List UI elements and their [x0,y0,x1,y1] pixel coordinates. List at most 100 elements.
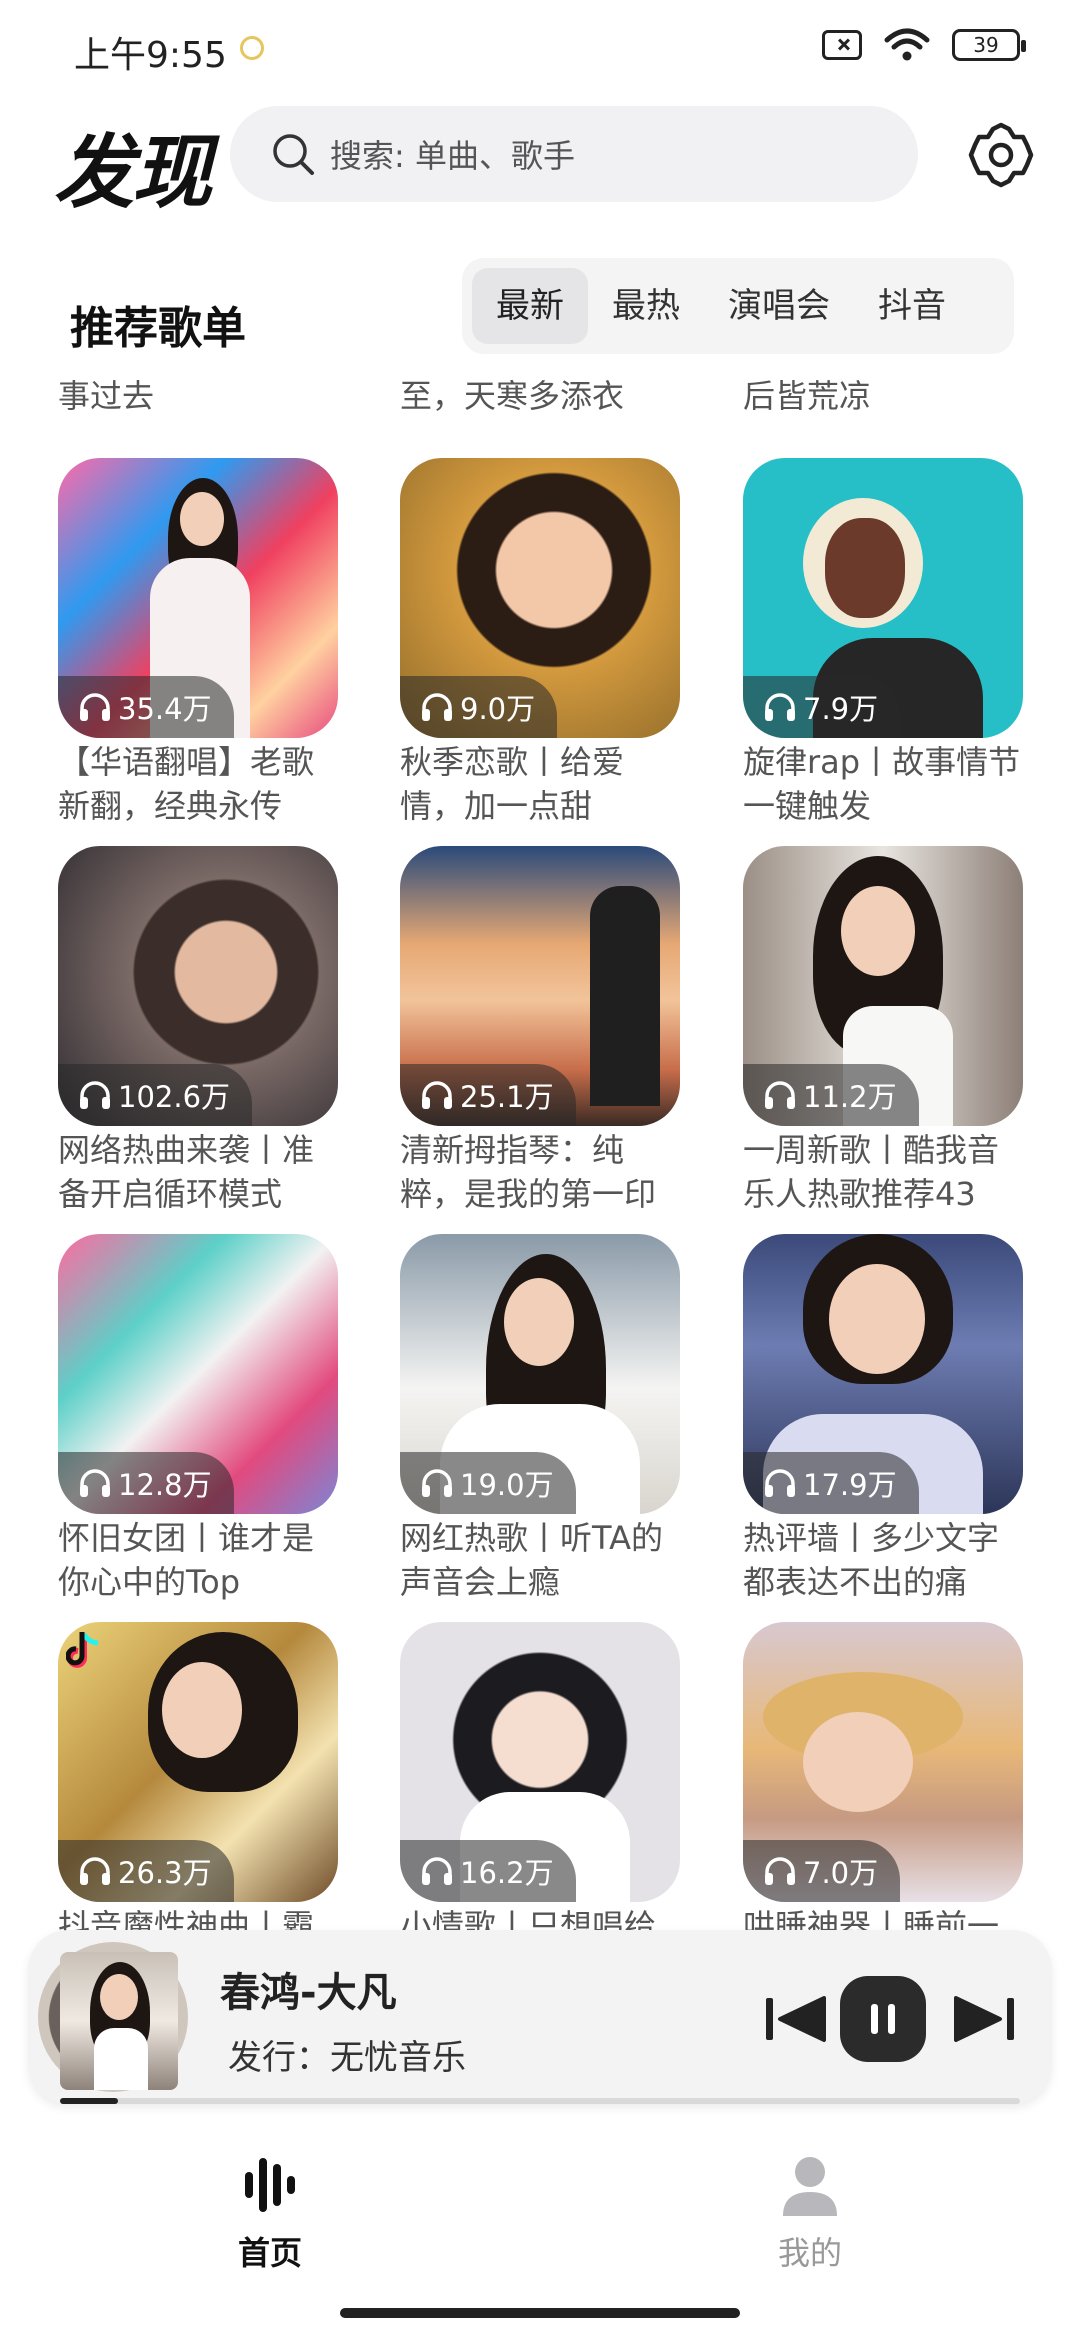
playlist-cover[interactable]: 11.2万 [743,846,1023,1126]
tab-douyin[interactable]: 抖音 [854,268,970,344]
play-count-badge: 35.4万 [58,676,234,738]
play-count-badge: 26.3万 [58,1840,234,1902]
album-cover[interactable] [60,1952,178,2090]
battery-indicator: 39 [952,29,1026,61]
play-count-badge: 7.9万 [743,676,901,738]
play-count-badge: 9.0万 [400,676,558,738]
notification-icon [240,36,264,60]
playlist-title[interactable]: 网红热歌丨听TA的声音会上瘾 [400,1516,680,1604]
playlist-title[interactable]: 怀旧女团丨谁才是你心中的Top [58,1516,338,1604]
playlist-title[interactable]: 事过去 [58,374,348,418]
playlist-cover[interactable]: 7.0万 [743,1622,1023,1902]
now-playing-bar[interactable]: 春鸿-大凡 发行：无忧音乐 [28,1930,1052,2104]
nav-mine[interactable]: 我的 [710,2150,910,2274]
playlist-cover[interactable]: 25.1万 [400,846,680,1126]
gear-icon[interactable] [966,120,1036,190]
playlist-title[interactable]: 旋律rap丨故事情节一键触发 [743,740,1023,828]
playlist-grid: 事过去 至，天寒多添衣 后皆荒凉 35.4万 【华语翻唱】老歌新翻，经典永传 9… [0,360,1080,2144]
headphones-icon [80,1081,110,1109]
no-sim-icon [822,30,862,60]
play-count-badge: 17.9万 [743,1452,919,1514]
wifi-icon [884,28,930,61]
headphones-icon [765,1081,795,1109]
playlist-cover[interactable]: 35.4万 [58,458,338,738]
song-title: 春鸿-大凡 [220,1970,397,2016]
playlist-cover[interactable]: 26.3万 [58,1622,338,1902]
nav-mine-label: 我的 [777,2234,842,2272]
headphones-icon [80,1857,110,1885]
play-count: 35.4万 [118,692,212,726]
status-time: 上午9:55 [74,35,227,76]
tab-concert[interactable]: 演唱会 [704,268,854,344]
play-count-badge: 7.0万 [743,1840,901,1902]
playlist-title[interactable]: 一周新歌丨酷我音乐人热歌推荐43 [743,1128,1023,1216]
next-track-button[interactable] [942,1976,1028,2062]
playback-progress-fill [60,2098,118,2104]
nav-home-label: 首页 [237,2234,302,2272]
play-count: 17.9万 [803,1468,897,1502]
play-count-badge: 12.8万 [58,1452,234,1514]
play-count: 7.0万 [803,1856,879,1890]
tiktok-icon [66,1632,99,1668]
playlist-title[interactable]: 热评墙丨多少文字都表达不出的痛 [743,1516,1023,1604]
playlist-card[interactable]: 17.9万 热评墙丨多少文字都表达不出的痛 [743,1234,1023,1604]
play-count: 11.2万 [803,1080,897,1114]
playlist-card[interactable]: 12.8万 怀旧女团丨谁才是你心中的Top [58,1234,338,1604]
headphones-icon [422,1081,452,1109]
tab-latest[interactable]: 最新 [472,268,588,344]
headphones-icon [80,1469,110,1497]
category-tabs: 最新 最热 演唱会 抖音 [462,258,1014,354]
playlist-cover[interactable]: 16.2万 [400,1622,680,1902]
bottom-nav: 首页 我的 [0,2120,1080,2340]
search-placeholder: 搜索: 单曲、歌手 [330,137,575,175]
playlist-title[interactable]: 至，天寒多添衣 [400,374,690,418]
playlist-card[interactable]: 11.2万 一周新歌丨酷我音乐人热歌推荐43 [743,846,1023,1216]
headphones-icon [80,693,110,721]
playlist-cover[interactable]: 19.0万 [400,1234,680,1514]
play-count-badge: 16.2万 [400,1840,576,1902]
playlist-card[interactable]: 7.9万 旋律rap丨故事情节一键触发 [743,458,1023,828]
headphones-icon [765,1857,795,1885]
playlist-card[interactable]: 19.0万 网红热歌丨听TA的声音会上瘾 [400,1234,680,1604]
tab-hottest[interactable]: 最热 [588,268,704,344]
nav-home[interactable]: 首页 [170,2150,370,2274]
playlist-title[interactable]: 【华语翻唱】老歌新翻，经典永传 [58,740,338,828]
play-count: 16.2万 [460,1856,554,1890]
playlist-title[interactable]: 清新拇指琴：纯粹，是我的第一印 [400,1128,680,1216]
play-count-badge: 25.1万 [400,1064,576,1126]
playlist-card[interactable]: 35.4万 【华语翻唱】老歌新翻，经典永传 [58,458,338,828]
play-count: 102.6万 [118,1080,231,1114]
section-title: 推荐歌单 [70,303,246,354]
playlist-title[interactable]: 秋季恋歌丨给爱情，加一点甜 [400,740,680,828]
playlist-title[interactable]: 后皆荒凉 [743,374,1033,418]
playlist-cover[interactable]: 102.6万 [58,846,338,1126]
playlist-cover[interactable]: 7.9万 [743,458,1023,738]
headphones-icon [765,693,795,721]
playlist-card[interactable]: 25.1万 清新拇指琴：纯粹，是我的第一印 [400,846,680,1216]
page-title: 发现 [54,126,212,219]
search-input[interactable]: 搜索: 单曲、歌手 [230,106,918,202]
song-publisher: 发行：无忧音乐 [228,2038,466,2078]
play-count-badge: 19.0万 [400,1452,576,1514]
playlist-title[interactable]: 网络热曲来袭丨准备开启循环模式 [58,1128,338,1216]
play-count: 9.0万 [460,692,536,726]
play-count: 26.3万 [118,1856,212,1890]
play-count: 7.9万 [803,692,879,726]
playlist-cover[interactable]: 12.8万 [58,1234,338,1514]
search-icon [273,134,314,175]
playlist-card[interactable]: 102.6万 网络热曲来袭丨准备开启循环模式 [58,846,338,1216]
playlist-card[interactable]: 9.0万 秋季恋歌丨给爱情，加一点甜 [400,458,680,828]
pause-button[interactable] [840,1976,926,2062]
play-count-badge: 11.2万 [743,1064,919,1126]
headphones-icon [765,1469,795,1497]
playlist-cover[interactable]: 17.9万 [743,1234,1023,1514]
user-icon [783,2157,837,2216]
previous-track-button[interactable] [752,1976,838,2062]
playback-progress[interactable] [60,2098,1020,2104]
sound-wave-icon [245,2158,295,2212]
playlist-cover[interactable]: 9.0万 [400,458,680,738]
play-count: 25.1万 [460,1080,554,1114]
play-count: 12.8万 [118,1468,212,1502]
play-count: 19.0万 [460,1468,554,1502]
home-indicator [340,2308,740,2318]
